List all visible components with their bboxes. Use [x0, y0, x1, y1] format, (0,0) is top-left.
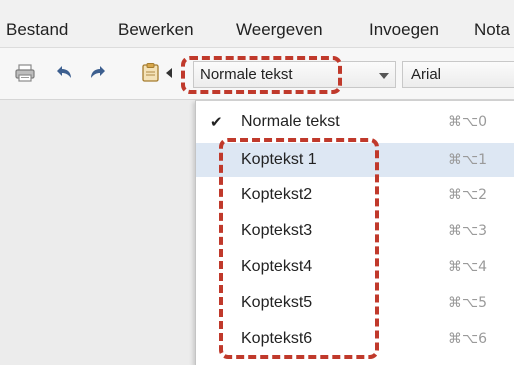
dropdown-item-heading-5[interactable]: Koptekst5 ⌘⌥5	[196, 286, 514, 320]
paragraph-style-select[interactable]: Normale tekst	[193, 61, 396, 88]
dropdown-item-shortcut: ⌘⌥0	[448, 114, 488, 130]
redo-icon[interactable]	[86, 62, 108, 84]
dropdown-item-shortcut: ⌘⌥4	[448, 259, 488, 275]
dropdown-item-label: Normale tekst	[241, 113, 340, 130]
checkmark-icon: ✔	[210, 114, 223, 131]
menu-format[interactable]: Nota	[474, 20, 510, 40]
dropdown-item-heading-1[interactable]: Koptekst 1 ⌘⌥1	[196, 143, 514, 177]
dropdown-item-label: Koptekst6	[241, 330, 313, 347]
print-icon[interactable]	[14, 62, 36, 84]
dropdown-item-heading-3[interactable]: Koptekst3 ⌘⌥3	[196, 214, 514, 248]
dropdown-item-heading-6[interactable]: Koptekst6 ⌘⌥6	[196, 322, 514, 356]
font-select[interactable]: Arial	[402, 61, 514, 88]
paint-format-dropdown-icon[interactable]	[166, 68, 172, 78]
font-value: Arial	[411, 66, 442, 83]
menu-file[interactable]: Bestand	[6, 20, 68, 40]
dropdown-item-heading-4[interactable]: Koptekst4 ⌘⌥4	[196, 250, 514, 284]
dropdown-item-label: Koptekst 1	[241, 151, 317, 168]
dropdown-item-shortcut: ⌘⌥3	[448, 223, 488, 239]
chevron-down-icon	[379, 73, 389, 79]
menu-insert[interactable]: Invoegen	[369, 20, 439, 40]
dropdown-item-label: Koptekst3	[241, 222, 313, 239]
paragraph-style-value: Normale tekst	[200, 66, 293, 83]
dropdown-item-shortcut: ⌘⌥5	[448, 295, 488, 311]
dropdown-item-heading-2[interactable]: Koptekst2 ⌘⌥2	[196, 178, 514, 212]
menu-view[interactable]: Weergeven	[236, 20, 323, 40]
dropdown-item-label: Koptekst4	[241, 258, 313, 275]
dropdown-item-shortcut: ⌘⌥1	[448, 152, 488, 168]
paint-format-icon[interactable]	[140, 62, 162, 84]
paragraph-style-dropdown: ✔ Normale tekst ⌘⌥0 Koptekst 1 ⌘⌥1 Kopte…	[195, 100, 514, 365]
dropdown-item-shortcut: ⌘⌥6	[448, 331, 488, 347]
menu-bar: Bestand Bewerken Weergeven Invoegen Nota	[0, 0, 514, 48]
dropdown-item-shortcut: ⌘⌥2	[448, 187, 488, 203]
undo-icon[interactable]	[54, 62, 76, 84]
dropdown-item-label: Koptekst5	[241, 294, 313, 311]
dropdown-item-label: Koptekst2	[241, 186, 313, 203]
menu-edit[interactable]: Bewerken	[118, 20, 194, 40]
dropdown-item-normal-text[interactable]: ✔ Normale tekst ⌘⌥0	[196, 105, 514, 139]
